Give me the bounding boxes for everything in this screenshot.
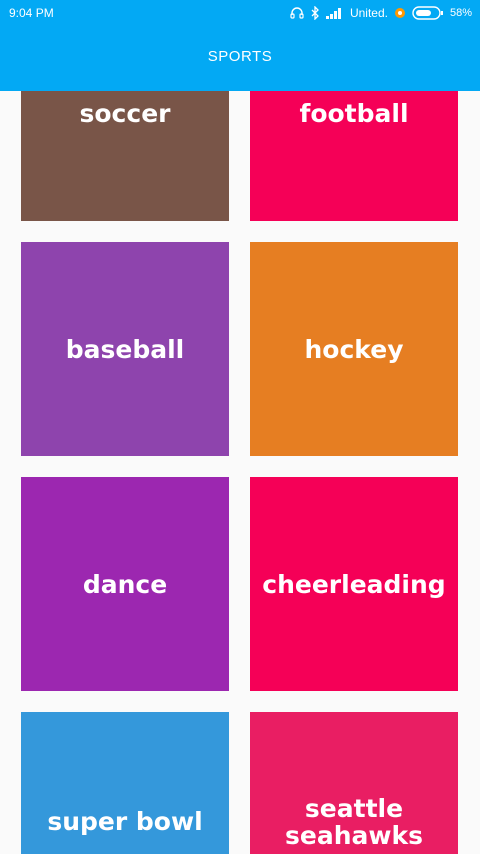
- tile-label: hockey: [304, 334, 404, 364]
- status-time: 9:04 PM: [9, 6, 54, 20]
- tile-hockey[interactable]: hockey: [250, 242, 458, 456]
- app-bar: 9:04 PM United. 58% SPORTS: [0, 0, 480, 91]
- page-title: SPORTS: [207, 48, 273, 65]
- notification-dot-icon: [394, 8, 405, 18]
- tile-label: soccer: [79, 99, 171, 128]
- battery-icon: [412, 6, 443, 20]
- tile-seattle-seahawks[interactable]: seattle seahawks: [250, 712, 458, 854]
- signal-icon: [325, 8, 341, 19]
- tile-label: baseball: [65, 334, 185, 364]
- tile-label: football: [299, 99, 409, 128]
- sports-screen: soccer football baseball hockey dance ch…: [0, 0, 480, 854]
- battery-percent: 58%: [449, 7, 472, 19]
- tile-label: super bowl: [47, 807, 203, 836]
- tile-label: seattle seahawks: [285, 794, 423, 850]
- tile-label: dance: [82, 569, 168, 599]
- status-bar: 9:04 PM United. 58%: [0, 0, 480, 28]
- tile-cheerleading[interactable]: cheerleading: [250, 477, 458, 691]
- tile-super-bowl[interactable]: super bowl: [21, 712, 229, 854]
- status-icons: United. 58%: [290, 4, 472, 22]
- carrier-name: United.: [349, 6, 388, 20]
- tile-label: cheerleading: [262, 569, 446, 599]
- sports-grid: soccer football baseball hockey dance ch…: [0, 0, 480, 854]
- tile-dance[interactable]: dance: [21, 477, 229, 691]
- tile-baseball[interactable]: baseball: [21, 242, 229, 456]
- bluetooth-icon: [311, 6, 319, 20]
- headset-icon: [290, 7, 304, 19]
